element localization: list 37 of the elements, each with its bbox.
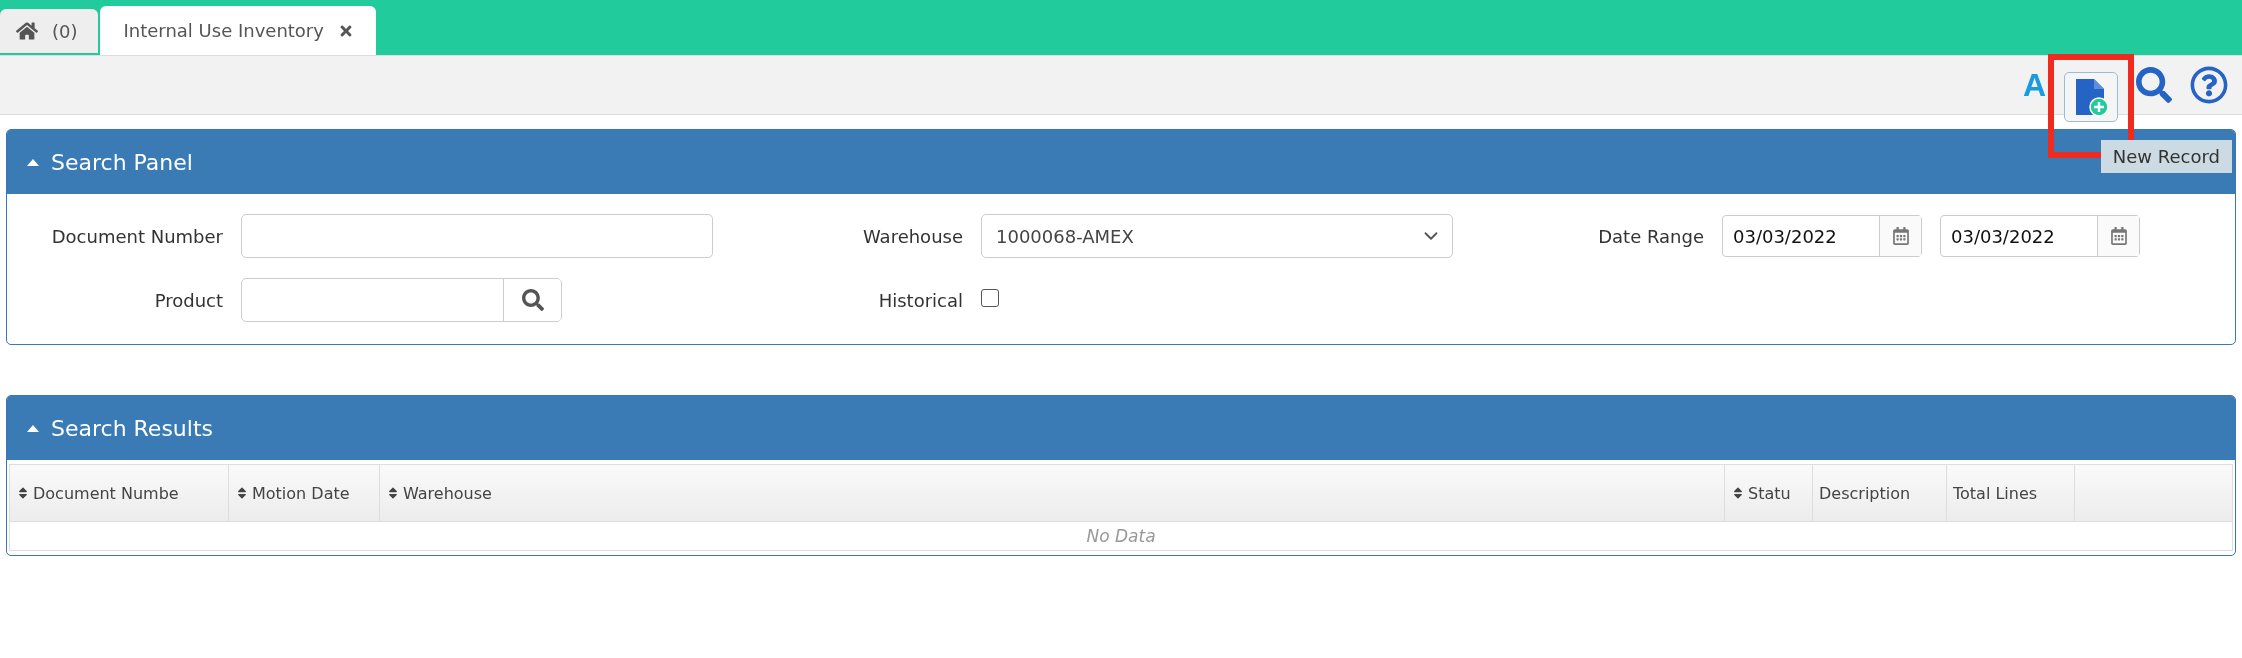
search-icon: [521, 289, 544, 311]
search-button[interactable]: [503, 279, 561, 321]
column-header[interactable]: Description: [1813, 465, 1947, 521]
column-header[interactable]: Statu: [1725, 465, 1813, 521]
home-icon: [16, 20, 38, 42]
calendar-button[interactable]: [1879, 216, 1921, 256]
field-label: Date Range: [1597, 225, 1704, 247]
column-header[interactable]: Motion Date: [229, 465, 380, 521]
sort-icon: [1731, 486, 1745, 500]
field-label: Warehouse: [861, 225, 963, 247]
search-icon[interactable]: [2136, 67, 2172, 103]
empty-message: No Data: [9, 522, 2233, 551]
calendar-icon: [1891, 227, 1910, 245]
date-field[interactable]: 03/03/2022: [1940, 215, 2140, 257]
column-header[interactable]: Warehouse: [380, 465, 1725, 521]
sort-icon: [386, 486, 400, 500]
sort-icon: [16, 486, 30, 500]
tab[interactable]: Internal Use Inventory: [99, 6, 376, 55]
field-label: Document Number: [50, 225, 223, 247]
tooltip: New Record: [2100, 140, 2232, 173]
sort-icon: [235, 486, 249, 500]
column-header[interactable]: Total Lines: [1947, 465, 2075, 521]
field-label: Product: [153, 289, 223, 311]
field-label: Historical: [877, 289, 963, 311]
new-record-button[interactable]: [2064, 72, 2118, 122]
tab[interactable]: (0): [0, 9, 98, 55]
checkbox[interactable]: [981, 289, 999, 307]
document-plus-icon: [2074, 77, 2108, 117]
calendar-icon: [2109, 227, 2128, 245]
column-header[interactable]: Document Numbe: [10, 465, 229, 521]
lookup-field[interactable]: [241, 278, 562, 322]
select-field[interactable]: 1000068-AMEX: [981, 214, 1453, 258]
panel-header[interactable]: Search Results: [7, 396, 2235, 460]
text-input[interactable]: [241, 214, 713, 258]
date-field[interactable]: 03/03/2022: [1722, 215, 1922, 257]
calendar-button[interactable]: [2097, 216, 2139, 256]
help-icon[interactable]: [2190, 66, 2228, 104]
